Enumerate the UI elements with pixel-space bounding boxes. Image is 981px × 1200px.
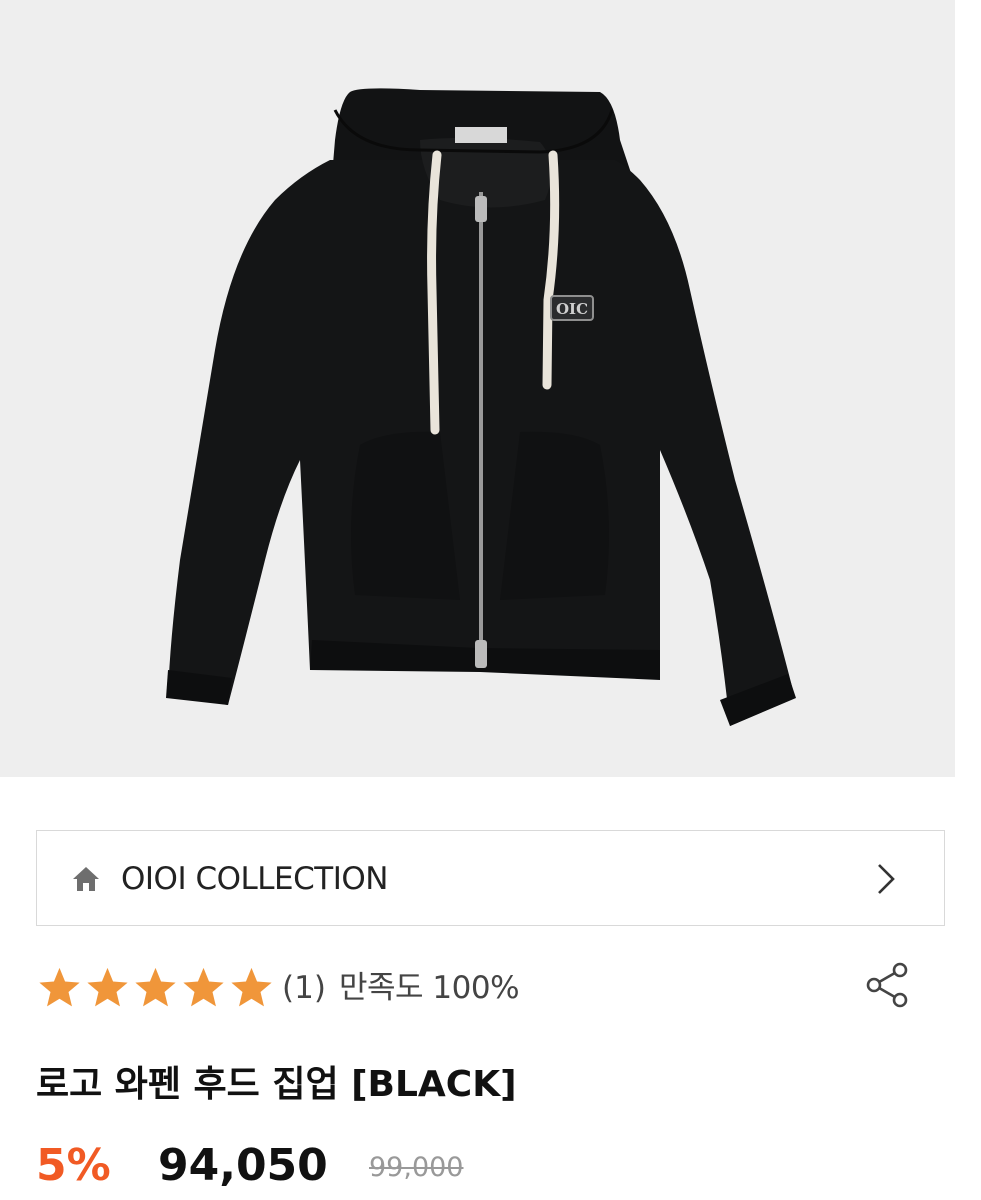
product-title: 로고 와펜 후드 집업 [BLACK] — [36, 1064, 517, 1105]
share-icon[interactable] — [862, 960, 912, 1010]
product-image[interactable]: OIC — [0, 0, 955, 777]
brand-link[interactable]: OIOI COLLECTION — [36, 830, 945, 926]
home-icon — [73, 867, 99, 891]
star-icon — [231, 967, 272, 1007]
star-icon — [183, 967, 224, 1007]
original-price: 99,000 — [369, 1152, 464, 1183]
star-icon — [87, 967, 128, 1007]
chevron-right-icon — [878, 864, 895, 894]
star-icon — [135, 967, 176, 1007]
logo-patch-text: OIC — [556, 300, 588, 318]
satisfaction-rate: 만족도 100% — [339, 970, 520, 1006]
hoodie-illustration: OIC — [166, 88, 796, 726]
star-icon — [39, 967, 80, 1007]
brand-name: OIOI COLLECTION — [121, 861, 388, 897]
sale-price: 94,050 — [158, 1140, 328, 1191]
price-row: 5% 94,050 99,000 — [36, 1134, 945, 1196]
discount-rate: 5% — [36, 1140, 111, 1191]
review-count[interactable]: (1) — [282, 968, 326, 1008]
rating-row: (1) 만족도 100% — [36, 960, 945, 1016]
